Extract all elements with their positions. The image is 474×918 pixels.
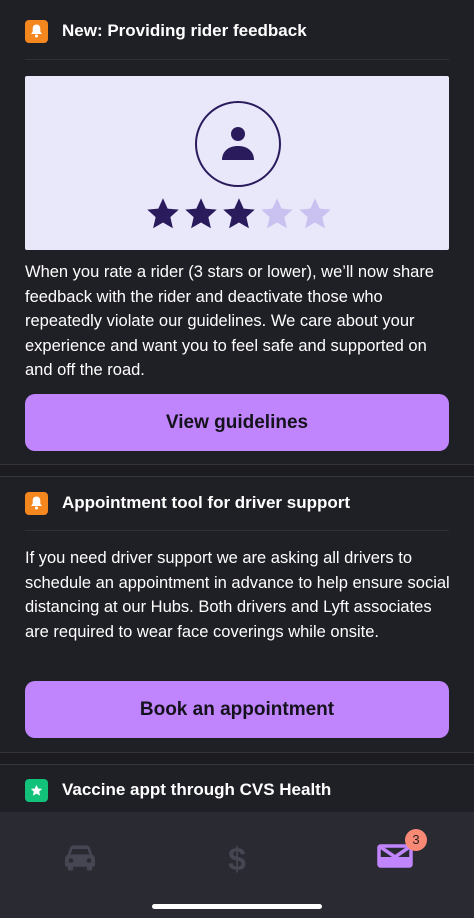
feed-card-rider-feedback: New: Providing rider feedback When you r…	[0, 0, 474, 465]
feed-card-vaccine: Vaccine appt through CVS Health	[0, 764, 474, 812]
star-filled-icon	[147, 198, 179, 229]
bottom-tab-bar: $ 3	[0, 812, 474, 918]
view-guidelines-button[interactable]: View guidelines	[25, 394, 449, 451]
card-title: New: Providing rider feedback	[62, 21, 307, 40]
star-icon	[25, 778, 48, 802]
tab-drive[interactable]	[50, 834, 110, 882]
rating-illustration	[25, 76, 449, 250]
dollar-icon: $	[228, 841, 246, 875]
card-title: Appointment tool for driver support	[62, 493, 351, 512]
car-icon	[65, 845, 95, 871]
tab-inbox[interactable]: 3	[365, 828, 427, 882]
card-body: If you need driver support we are asking…	[25, 549, 450, 641]
card-header: Vaccine appt through CVS Health	[25, 778, 331, 802]
divider	[25, 530, 449, 531]
star-empty-icon	[261, 198, 293, 229]
star-empty-icon	[299, 198, 331, 229]
tab-earnings[interactable]: $	[207, 834, 267, 882]
news-feed[interactable]: New: Providing rider feedback When you r…	[0, 0, 474, 812]
card-title: Vaccine appt through CVS Health	[62, 780, 332, 799]
svg-text:$: $	[228, 841, 246, 875]
book-appointment-button[interactable]: Book an appointment	[25, 681, 449, 738]
star-filled-icon	[185, 198, 217, 229]
star-filled-icon	[223, 198, 255, 229]
unread-count-badge: 3	[405, 828, 427, 851]
inbox-tab-icon-wrap: 3	[377, 828, 427, 874]
rider-avatar	[195, 101, 281, 187]
bell-icon	[25, 491, 48, 515]
divider	[25, 59, 449, 60]
person-icon	[222, 127, 254, 160]
card-body: When you rate a rider (3 stars or lower)…	[25, 263, 434, 380]
card-header: Appointment tool for driver support	[25, 491, 350, 515]
star-rating	[145, 196, 335, 232]
feed-card-appointment-tool: Appointment tool for driver support If y…	[0, 476, 474, 753]
card-header: New: Providing rider feedback	[25, 19, 307, 43]
home-indicator[interactable]	[152, 904, 322, 909]
bell-icon	[25, 19, 48, 43]
